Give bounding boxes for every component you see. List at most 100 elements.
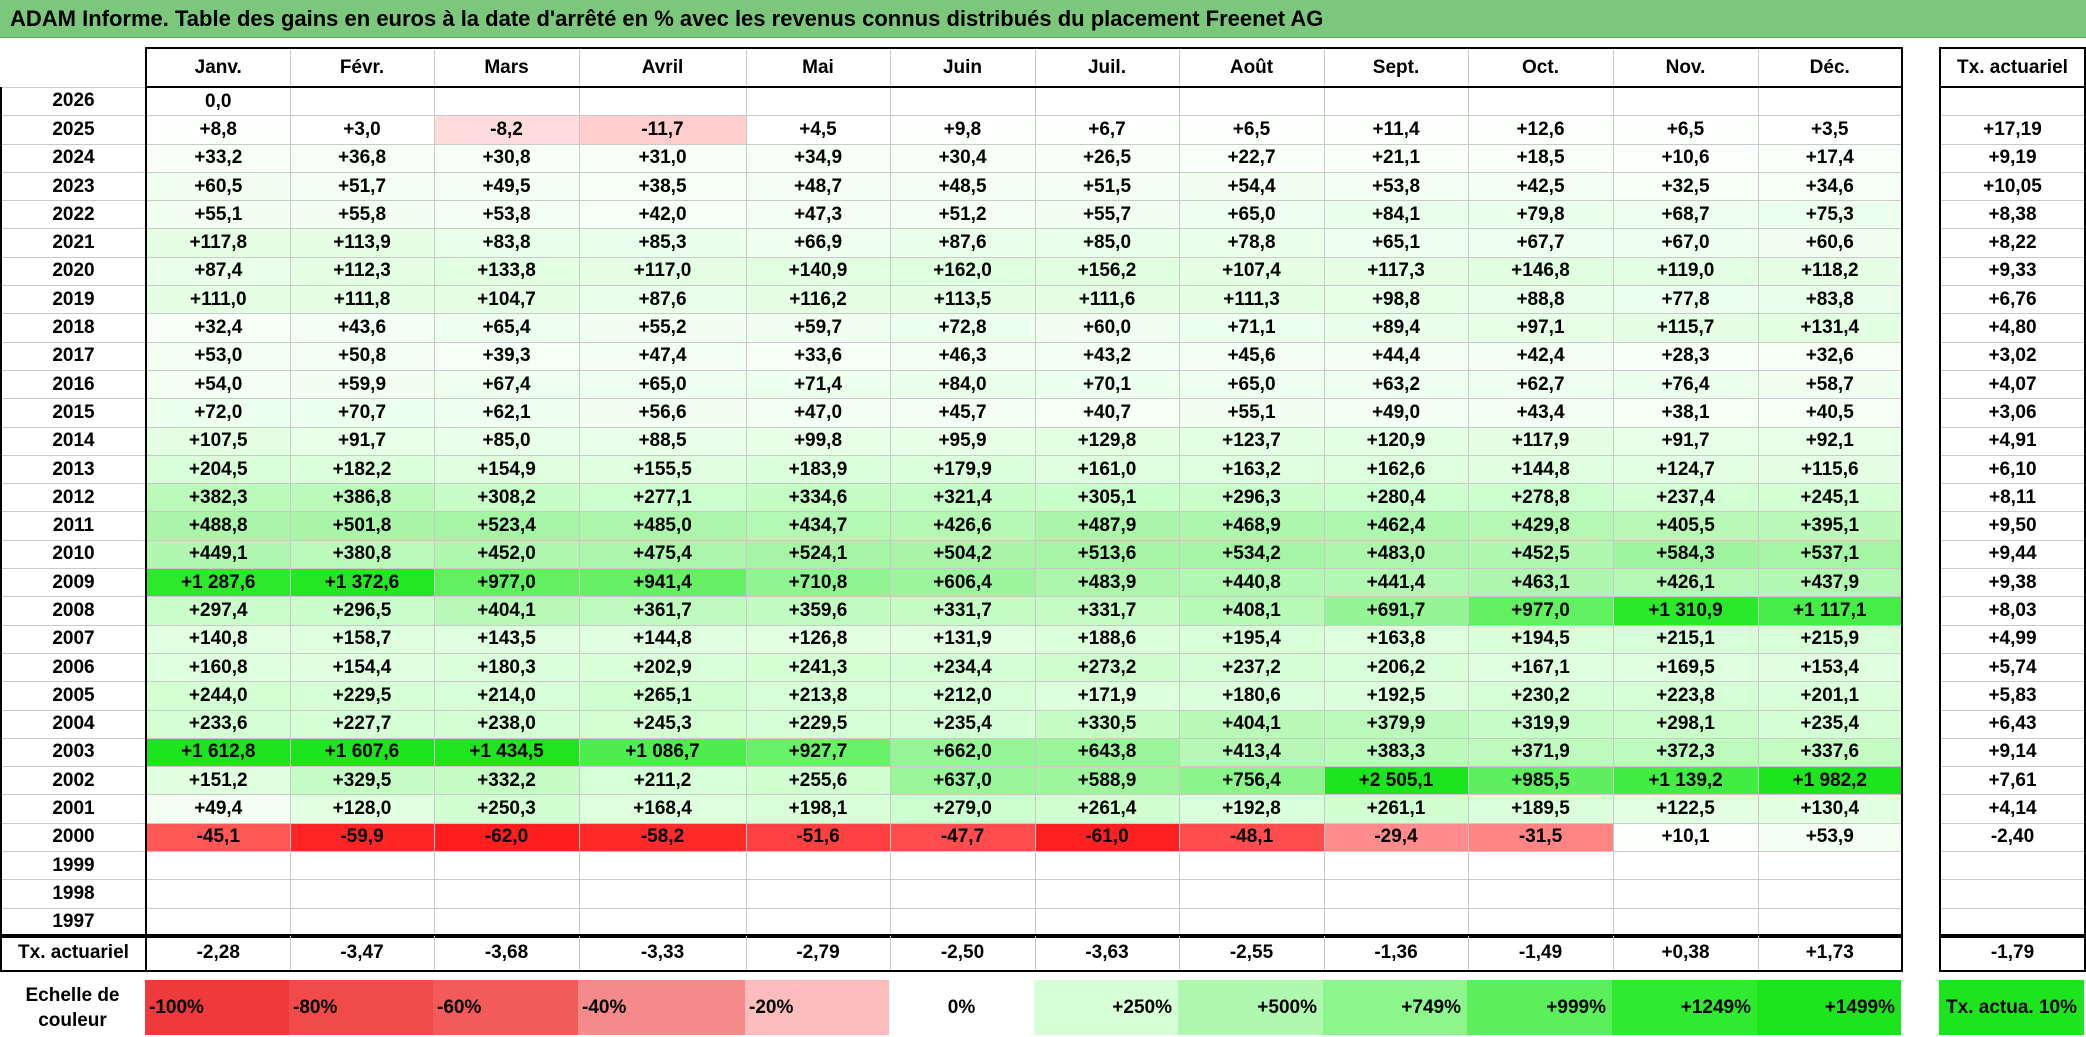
yield-cell: +8,11: [1939, 483, 2086, 513]
gain-cell: +487,9: [1034, 511, 1180, 541]
gain-cell: +47,0: [745, 398, 891, 428]
gain-cell: [1757, 879, 1903, 909]
gain-cell: +56,6: [578, 398, 747, 428]
gain-cell: 0,0: [145, 86, 291, 117]
yield-cell: +10,05: [1939, 171, 2086, 202]
summary-value: -2,79: [745, 934, 891, 972]
gain-cell: +235,4: [1757, 709, 1903, 739]
gain-cell: +160,8: [145, 652, 291, 683]
year-label: 2017: [0, 341, 147, 371]
yield-cell: -2,40: [1939, 822, 2086, 853]
gain-cell: +53,8: [1323, 171, 1469, 202]
gain-cell: +131,4: [1757, 313, 1903, 343]
yield-row-2017: +3,02: [1939, 341, 2086, 371]
yield-row-1998: [1939, 879, 2086, 909]
month-header-1: Janv.: [145, 47, 291, 88]
gain-cell: +214,0: [433, 681, 580, 711]
gain-cell: +245,3: [578, 709, 747, 739]
gain-cell: +85,0: [1034, 228, 1180, 258]
gain-cell: +43,6: [289, 313, 435, 343]
year-row-2000: 2000 -45,1 -59,9 -62,0 -58,2 -51,6 -47,7 -61,0-…: [0, 822, 1903, 853]
gain-cell: +168,4: [578, 794, 747, 824]
gain-cell: +230,2: [1467, 681, 1614, 711]
gain-cell: +279,0: [889, 794, 1036, 824]
gain-cell: +488,8: [145, 511, 291, 541]
gain-cell: +67,0: [1612, 228, 1759, 258]
yield-cell: +9,14: [1939, 737, 2086, 768]
gain-cell: [1178, 851, 1325, 881]
yield-row-1999: [1939, 851, 2086, 881]
gain-cell: +26,5: [1034, 143, 1180, 173]
gain-cell: -47,7: [889, 822, 1036, 853]
gain-cell: +462,4: [1323, 511, 1469, 541]
yield-cell: +8,38: [1939, 200, 2086, 230]
gain-cell: +91,7: [289, 426, 435, 456]
gain-cell: +55,1: [145, 200, 291, 230]
gain-cell: [578, 86, 747, 117]
yield-cell: +7,61: [1939, 766, 2086, 796]
summary-value: -2,55: [1178, 934, 1325, 972]
month-header-9: Sept.: [1323, 47, 1469, 88]
gain-cell: +54,0: [145, 369, 291, 400]
gain-cell: +88,5: [578, 426, 747, 456]
gain-cell: [145, 907, 291, 938]
gain-cell: +213,8: [745, 681, 891, 711]
gain-cell: +40,7: [1034, 398, 1180, 428]
year-row-2019: 2019 +111,0 +111,8 +104,7 +87,6 +116,2 +113,5 +…: [0, 285, 1903, 315]
gain-cell: +49,0: [1323, 398, 1469, 428]
year-label: 2006: [0, 652, 147, 683]
gain-cell: +50,8: [289, 341, 435, 371]
gain-cell: +31,0: [578, 143, 747, 173]
gain-cell: +78,8: [1178, 228, 1325, 258]
gain-cell: +65,0: [1178, 200, 1325, 230]
gain-cell: +65,4: [433, 313, 580, 343]
gain-cell: +95,9: [889, 426, 1036, 456]
gain-cell: [1178, 907, 1325, 938]
gain-cell: +261,1: [1323, 794, 1469, 824]
summary-value: -3,63: [1034, 934, 1180, 972]
gain-cell: +33,2: [145, 143, 291, 173]
gain-cell: +6,5: [1612, 115, 1759, 145]
gain-cell: +440,8: [1178, 568, 1325, 598]
yield-cell: +4,91: [1939, 426, 2086, 456]
gain-cell: +111,6: [1034, 285, 1180, 315]
report-title: ADAM Informe. Table des gains en euros à…: [0, 0, 2086, 38]
gain-cell: +162,0: [889, 256, 1036, 287]
gain-cell: [1757, 907, 1903, 938]
gain-cell: +87,4: [145, 256, 291, 287]
yield-row-2019: +6,76: [1939, 285, 2086, 315]
gain-cell: +380,8: [289, 539, 435, 570]
year-label: 2001: [0, 794, 147, 824]
year-row-2012: 2012 +382,3 +386,8 +308,2 +277,1 +334,6 +321,4…: [0, 483, 1903, 513]
year-row-2011: 2011 +488,8 +501,8 +523,4 +485,0 +434,7 +426,6…: [0, 511, 1903, 541]
gain-cell: [433, 86, 580, 117]
gain-cell: +188,6: [1034, 624, 1180, 654]
gain-cell: +483,9: [1034, 568, 1180, 598]
gain-cell: +296,3: [1178, 483, 1325, 513]
yield-row-2021: +8,22: [1939, 228, 2086, 258]
gain-cell: +245,1: [1757, 483, 1903, 513]
gain-cell: +62,7: [1467, 369, 1614, 400]
gain-cell: +179,9: [889, 454, 1036, 485]
yield-row-2026: [1939, 86, 2086, 117]
scale-swatch: -20%: [745, 980, 889, 1035]
gain-cell: +113,5: [889, 285, 1036, 315]
gain-cell: +296,5: [289, 596, 435, 626]
gain-cell: +32,4: [145, 313, 291, 343]
yield-cell: [1939, 879, 2086, 909]
scale-swatch: -80%: [289, 980, 433, 1035]
year-row-2014: 2014 +107,5 +91,7 +85,0 +88,5 +99,8 +95,9 +129,…: [0, 426, 1903, 456]
gain-cell: +1 287,6: [145, 568, 291, 598]
year-label: 1997: [0, 907, 147, 938]
gain-cell: +261,4: [1034, 794, 1180, 824]
yield-cell: +3,06: [1939, 398, 2086, 428]
gain-cell: [1323, 907, 1469, 938]
gain-cell: +691,7: [1323, 596, 1469, 626]
gain-cell: +3,5: [1757, 115, 1903, 145]
gain-cell: [1323, 86, 1469, 117]
gain-cell: +404,1: [1178, 709, 1325, 739]
year-label: 2007: [0, 624, 147, 654]
gain-cell: +1 607,6: [289, 737, 435, 768]
gain-cell: +163,8: [1323, 624, 1469, 654]
year-row-2007: 2007 +140,8 +158,7 +143,5 +144,8 +126,8 +131,9…: [0, 624, 1903, 654]
